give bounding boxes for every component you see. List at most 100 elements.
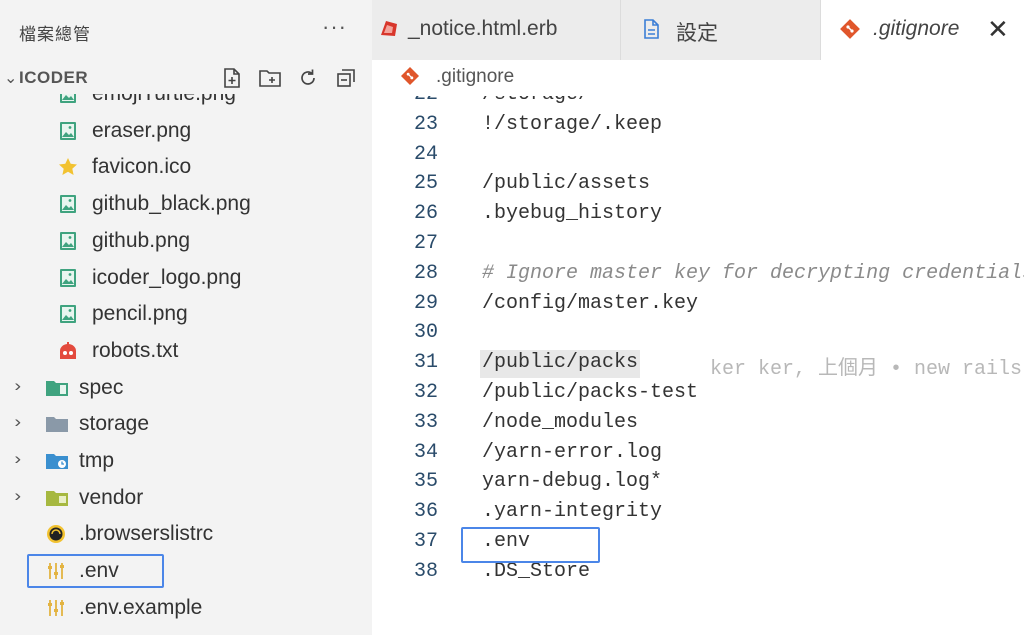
line-number: 38 — [413, 559, 438, 583]
new-file-icon[interactable] — [218, 64, 246, 92]
breadcrumb: .gitignore — [372, 60, 1024, 96]
refresh-icon[interactable] — [294, 64, 322, 92]
line-number: 36 — [413, 500, 438, 524]
tree-item-label: pencil.png — [92, 302, 188, 326]
new-folder-icon[interactable] — [256, 64, 284, 92]
code-line[interactable]: 36 .yarn-integrity — [372, 498, 1024, 528]
tree-item[interactable]: › tmp — [0, 443, 372, 479]
more-actions-icon[interactable]: ··· — [322, 14, 347, 40]
code-line[interactable]: 33/node_modules — [372, 409, 1024, 439]
settings-sliders-icon — [45, 597, 67, 619]
code-line[interactable]: 29/config/master.key — [372, 290, 1024, 320]
code-line[interactable]: 31/public/packs ker ker, 上個月 • new rails — [372, 349, 1024, 382]
line-number: 33 — [413, 410, 438, 434]
git-icon — [400, 66, 420, 86]
line-number: 35 — [413, 470, 438, 494]
tree-item-label: favicon.ico — [92, 155, 192, 179]
code-line[interactable]: 22/storage/* — [372, 96, 1024, 111]
code-line[interactable]: 25/public/assets — [372, 170, 1024, 200]
editor-tab-bar: _notice.html.erb 設定 .gitignore ✕ — [372, 0, 1024, 60]
code-text: /public/packs — [482, 351, 639, 375]
line-number: 27 — [413, 232, 438, 255]
env-line-highlight-box — [461, 527, 600, 563]
file-icon — [640, 18, 662, 40]
explorer-sidebar: 檔案總管 ··· emojiTurtle.pngeraser.pngfavico… — [0, 0, 372, 635]
code-line[interactable]: 23 !/storage/.keep — [372, 111, 1024, 141]
chevron-down-icon[interactable]: ⌄ — [4, 68, 17, 88]
code-text: /node_modules — [482, 410, 639, 434]
ruby-icon — [378, 18, 400, 40]
tab-label: 設定 — [676, 22, 718, 45]
git-blame-annotation: ker ker, 上個月 • new rails — [710, 358, 1023, 382]
code-line[interactable]: 34/yarn-error.log — [372, 439, 1024, 469]
tree-item[interactable]: › storage — [0, 406, 372, 442]
line-number: 25 — [413, 172, 438, 196]
tree-item[interactable]: .env.example — [0, 590, 372, 626]
project-header[interactable]: ⌄ ICODER — [0, 62, 372, 94]
git-icon — [839, 18, 861, 40]
code-text: .byebug_history — [482, 202, 663, 226]
image-file-icon — [57, 230, 79, 252]
tree-item[interactable]: › vendor — [0, 480, 372, 516]
project-name: ICODER — [19, 68, 89, 87]
tree-item-label: .browserslistrc — [79, 522, 214, 546]
code-text: !/storage/.keep — [482, 112, 663, 136]
line-number: 26 — [413, 202, 438, 226]
browserslist-icon — [45, 523, 67, 545]
chevron-right-icon[interactable]: › — [14, 449, 21, 469]
tree-item[interactable]: favicon.ico — [0, 149, 372, 185]
tree-item-label: robots.txt — [92, 338, 179, 362]
line-number: 23 — [413, 112, 438, 136]
code-line[interactable]: 27 — [372, 230, 1024, 260]
image-file-icon — [57, 303, 79, 325]
code-text: /yarn-error.log — [482, 440, 663, 464]
code-text: /public/assets — [482, 172, 651, 196]
code-line[interactable]: 35 yarn-debug.log* — [372, 468, 1024, 498]
code-text: yarn-debug.log* — [482, 470, 663, 494]
folder-icon — [45, 413, 68, 435]
code-line[interactable]: 30 — [372, 319, 1024, 349]
tree-item[interactable]: .browserslistrc — [0, 516, 372, 552]
tab-label: _notice.html.erb — [408, 17, 558, 40]
tree-item-label: .env.example — [79, 595, 203, 619]
tree-item-label: icoder_logo.png — [92, 265, 242, 289]
tab-settings[interactable]: 設定 — [620, 0, 821, 60]
code-text: .yarn-integrity — [482, 500, 663, 524]
chevron-right-icon[interactable]: › — [14, 412, 21, 432]
code-line[interactable]: 24 — [372, 141, 1024, 171]
image-file-icon — [57, 120, 79, 142]
image-file-icon — [57, 267, 79, 289]
tree-item-label: spec — [79, 375, 124, 399]
explorer-header: 檔案總管 ··· — [0, 0, 372, 60]
tree-item[interactable]: github_black.png — [0, 186, 372, 222]
close-icon[interactable]: ✕ — [987, 14, 1009, 45]
tree-item[interactable]: icoder_logo.png — [0, 260, 372, 296]
tab-notice-html-erb[interactable]: _notice.html.erb — [372, 0, 621, 60]
breadcrumb-item[interactable]: .gitignore — [436, 66, 514, 88]
code-line[interactable]: 32/public/packs-test — [372, 379, 1024, 409]
tree-item-label: vendor — [79, 485, 144, 509]
collapse-all-icon[interactable] — [332, 64, 360, 92]
tree-item[interactable]: eraser.png — [0, 113, 372, 149]
code-line[interactable]: 28 # Ignore master key for decrypting cre… — [372, 260, 1024, 290]
tab-gitignore[interactable]: .gitignore ✕ — [821, 0, 1024, 60]
tree-item[interactable]: pencil.png — [0, 296, 372, 332]
folder-vendor-icon — [45, 487, 68, 509]
chevron-right-icon[interactable]: › — [14, 486, 21, 506]
tree-item[interactable]: › spec — [0, 370, 372, 406]
line-number: 34 — [413, 440, 438, 464]
image-file-icon — [57, 193, 79, 215]
code-text: /public/packs-test — [482, 381, 699, 404]
tree-item-label: eraser.png — [92, 118, 192, 142]
star-icon — [57, 156, 79, 178]
line-number: 28 — [413, 261, 438, 285]
explorer-title: 檔案總管 — [19, 25, 91, 44]
code-text: /storage/* — [482, 96, 602, 106]
chevron-right-icon[interactable]: › — [14, 376, 21, 396]
tree-item[interactable]: robots.txt — [0, 333, 372, 369]
line-number: 24 — [413, 142, 438, 166]
tree-item[interactable]: github.png — [0, 223, 372, 259]
line-number: 30 — [413, 321, 438, 345]
code-line[interactable]: 26 .byebug_history — [372, 200, 1024, 230]
code-text: /config/master.key — [482, 291, 699, 315]
